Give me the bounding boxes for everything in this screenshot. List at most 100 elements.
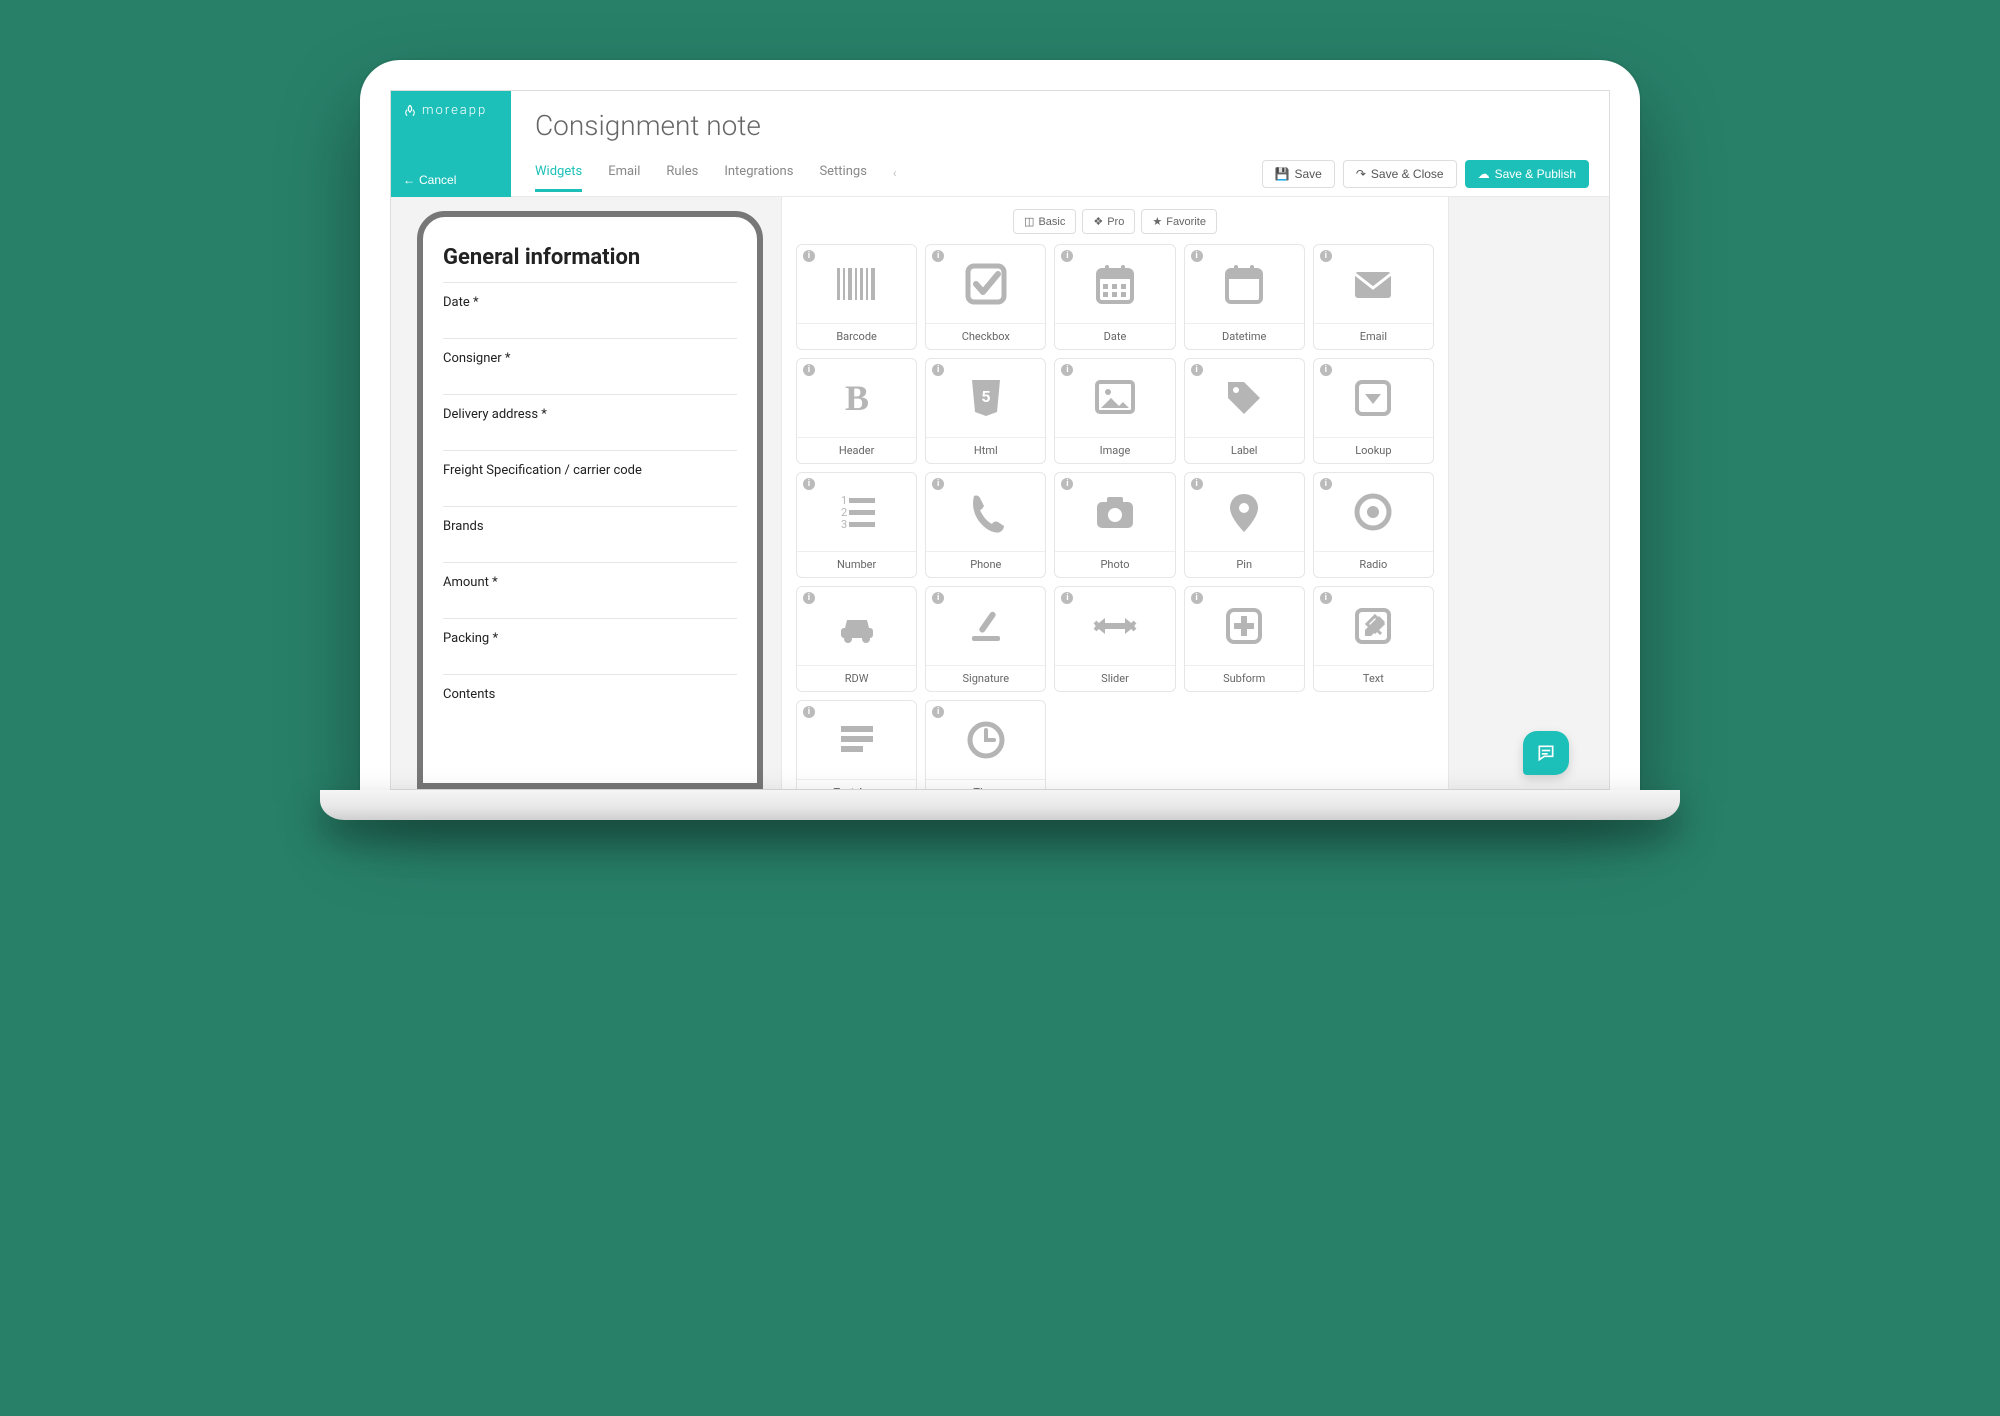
- tab-email[interactable]: Email: [608, 164, 640, 192]
- widget-label: Datetime: [1185, 323, 1304, 349]
- widget-label: Text Area: [797, 779, 916, 789]
- brand-sidebar: moreapp ← Cancel: [391, 91, 511, 197]
- widget-phone[interactable]: iPhone: [925, 472, 1046, 578]
- tab-widgets[interactable]: Widgets: [535, 164, 582, 192]
- tab-rules[interactable]: Rules: [666, 164, 698, 192]
- checkbox-icon: [964, 245, 1008, 323]
- number-icon: [835, 473, 879, 551]
- info-icon[interactable]: i: [1191, 250, 1203, 262]
- widget-image[interactable]: iImage: [1054, 358, 1175, 464]
- save-icon: 💾: [1275, 167, 1290, 181]
- save-close-button[interactable]: ↷ Save & Close: [1343, 160, 1457, 188]
- tab-integrations[interactable]: Integrations: [724, 164, 793, 192]
- widget-label: Time: [926, 779, 1045, 789]
- widget-photo[interactable]: i Photo: [1054, 472, 1175, 578]
- form-field[interactable]: Contents: [443, 674, 737, 730]
- info-icon[interactable]: i: [1191, 592, 1203, 604]
- info-icon[interactable]: i: [803, 250, 815, 262]
- widget-label: Lookup: [1314, 437, 1433, 463]
- form-field[interactable]: Packing *: [443, 618, 737, 674]
- widget-header[interactable]: i Header: [796, 358, 917, 464]
- widget-label: Header: [797, 437, 916, 463]
- widget-radio[interactable]: i Radio: [1313, 472, 1434, 578]
- widget-signature[interactable]: iSignature: [925, 586, 1046, 692]
- info-icon[interactable]: i: [1061, 364, 1073, 376]
- widget-datetime[interactable]: i Datetime: [1184, 244, 1305, 350]
- widget-label: Html: [926, 437, 1045, 463]
- info-icon[interactable]: i: [1191, 364, 1203, 376]
- info-icon[interactable]: i: [932, 478, 944, 490]
- widget-slider[interactable]: iSlider: [1054, 586, 1175, 692]
- info-icon[interactable]: i: [1320, 592, 1332, 604]
- image-icon: [1093, 359, 1137, 437]
- form-field[interactable]: Consigner *: [443, 338, 737, 394]
- widget-html[interactable]: i Html: [925, 358, 1046, 464]
- subform-icon: [1222, 587, 1266, 665]
- info-icon[interactable]: i: [803, 364, 815, 376]
- form-field[interactable]: Date *: [443, 282, 737, 338]
- widget-label: Radio: [1314, 551, 1433, 577]
- info-icon[interactable]: i: [803, 592, 815, 604]
- arrow-left-icon: ←: [403, 173, 415, 187]
- form-field[interactable]: Amount *: [443, 562, 737, 618]
- textarea-icon: [835, 701, 879, 779]
- tier-favorite[interactable]: ★Favorite: [1141, 209, 1217, 234]
- cancel-button[interactable]: ← Cancel: [403, 173, 499, 187]
- email-icon: [1351, 245, 1395, 323]
- info-icon[interactable]: i: [1320, 478, 1332, 490]
- info-icon[interactable]: i: [803, 706, 815, 718]
- save-publish-button[interactable]: ☁ Save & Publish: [1465, 160, 1589, 188]
- tier-icon: ◫: [1024, 215, 1034, 228]
- info-icon[interactable]: i: [1320, 250, 1332, 262]
- page-title: Consignment note: [511, 91, 1609, 142]
- tier-pro[interactable]: ❖Pro: [1082, 209, 1135, 234]
- widget-lookup[interactable]: i Lookup: [1313, 358, 1434, 464]
- info-icon[interactable]: i: [932, 250, 944, 262]
- save-button[interactable]: 💾 Save: [1262, 160, 1335, 188]
- radio-icon: [1351, 473, 1395, 551]
- widget-date[interactable]: iDate: [1054, 244, 1175, 350]
- info-icon[interactable]: i: [1061, 592, 1073, 604]
- widget-time[interactable]: i Time: [925, 700, 1046, 789]
- widget-label: Photo: [1055, 551, 1174, 577]
- info-icon[interactable]: i: [1191, 478, 1203, 490]
- editor-tabs: Widgets Email Rules Integrations Settings ‹: [535, 164, 897, 192]
- info-icon[interactable]: i: [932, 592, 944, 604]
- widget-text[interactable]: i Text: [1313, 586, 1434, 692]
- widget-rdw[interactable]: iRDW: [796, 586, 917, 692]
- header-icon: [835, 359, 879, 437]
- info-icon[interactable]: i: [932, 364, 944, 376]
- info-icon[interactable]: i: [1061, 478, 1073, 490]
- info-icon[interactable]: i: [1320, 364, 1332, 376]
- widget-label[interactable]: i Label: [1184, 358, 1305, 464]
- collapse-tabs-icon[interactable]: ‹: [893, 166, 897, 190]
- widget-label: Barcode: [797, 323, 916, 349]
- widget-label: Checkbox: [926, 323, 1045, 349]
- app-screen: moreapp ← Cancel Consignment note Widget…: [390, 90, 1610, 790]
- info-icon[interactable]: i: [803, 478, 815, 490]
- widget-email[interactable]: i Email: [1313, 244, 1434, 350]
- widget-textarea[interactable]: i Text Area: [796, 700, 917, 789]
- rdw-icon: [835, 587, 879, 665]
- info-icon[interactable]: i: [932, 706, 944, 718]
- form-field[interactable]: Brands: [443, 506, 737, 562]
- chat-fab[interactable]: [1523, 731, 1569, 775]
- widget-barcode[interactable]: i Barcode: [796, 244, 917, 350]
- widget-number[interactable]: i Number: [796, 472, 917, 578]
- form-section-title: General information: [443, 245, 737, 270]
- widget-pin[interactable]: i Pin: [1184, 472, 1305, 578]
- form-field[interactable]: Delivery address *: [443, 394, 737, 450]
- widget-checkbox[interactable]: i Checkbox: [925, 244, 1046, 350]
- widget-subform[interactable]: iSubform: [1184, 586, 1305, 692]
- widget-label: Label: [1185, 437, 1304, 463]
- widget-label: Text: [1314, 665, 1433, 691]
- tier-basic[interactable]: ◫Basic: [1013, 209, 1076, 234]
- info-icon[interactable]: i: [1061, 250, 1073, 262]
- lookup-icon: [1351, 359, 1395, 437]
- widget-label: Pin: [1185, 551, 1304, 577]
- widget-label: Email: [1314, 323, 1433, 349]
- form-field[interactable]: Freight Specification / carrier code: [443, 450, 737, 506]
- widget-label: Number: [797, 551, 916, 577]
- tab-settings[interactable]: Settings: [819, 164, 866, 192]
- brand-logo: moreapp: [403, 103, 499, 118]
